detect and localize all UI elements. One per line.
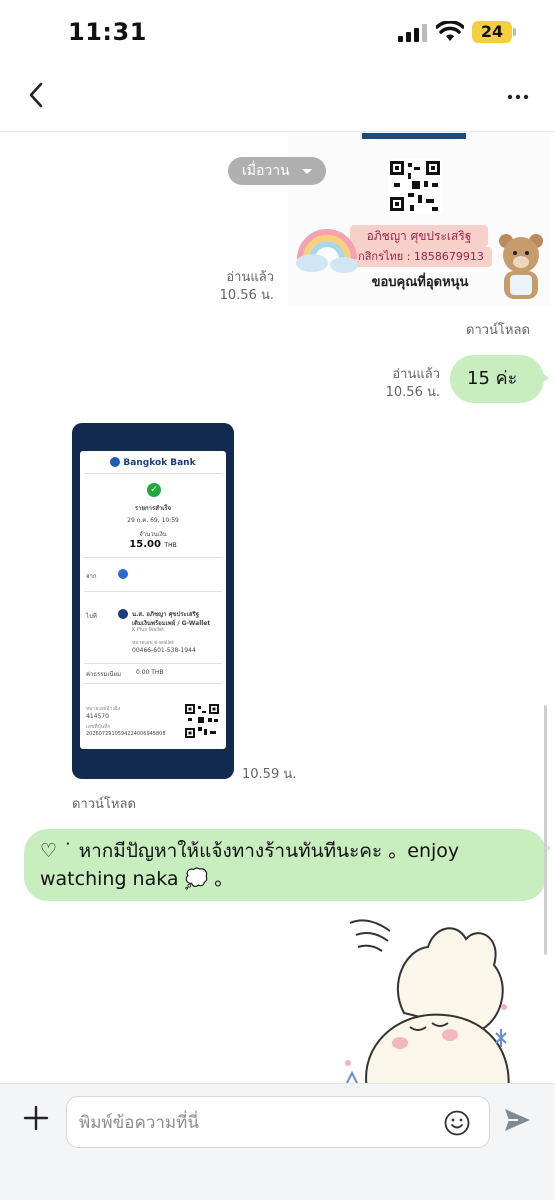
status-time: 11:31 [68,18,147,46]
receipt-time: 10.59 น. [242,767,297,782]
message-time: 10.56 น. [219,288,274,303]
receipt-ref2-label: เลขที่บันทึก [86,724,111,730]
read-status: อ่านแล้ว [226,270,274,285]
payment-receipt-image[interactable]: Bangkok Bank ✓ รายการสำเร็จ 29 ก.ค. 69, … [72,423,234,779]
receipt-amount: 15.00 THB [80,539,226,550]
bear-icon [499,234,543,299]
receipt-datetime: 29 ก.ค. 69, 10:59 [127,517,179,524]
receipt-amount-value: 15.00 [129,539,161,550]
receipt-qr-icon [184,703,220,739]
receipt-wallet-no: 00466-601-538-1944 [132,647,196,654]
receipt-status: รายการสำเร็จ [134,505,172,512]
recipient-wallet-icon [118,609,128,619]
send-icon[interactable] [502,1106,532,1134]
receipt-ref2-no: 2026072910594224006945808 [86,731,166,737]
qr-account-label: กสิกรไทย : 1858679913 [350,247,492,267]
divider [84,473,222,474]
chevron-down-icon [302,169,312,174]
divider [84,591,222,592]
signal-icon [398,24,427,42]
message-input-bar [0,1083,555,1200]
success-check-icon: ✓ [147,483,161,497]
battery-cap [513,28,516,36]
qr-code-icon [388,159,442,213]
receipt-recipient-bank: K Plus Wallet [132,627,165,633]
download-link[interactable]: ดาวน์โหลด [72,793,136,814]
status-bar: 11:31 24 [0,0,555,62]
bank-logo: Bangkok Bank [80,457,226,468]
date-separator-button[interactable]: เมื่อวาน [228,157,326,185]
receipt-wallet-label: หมายเลข e-wallet [132,640,174,646]
received-message-bubble[interactable]: ♡ ˙ หากมีปัญหาให้แจ้งทางร้านทันทีนะคะ 。e… [24,829,551,901]
qr-name-label: อภิชญา ศุขประเสริฐ [350,225,488,247]
receipt-amount-label: จำนวนเงิน [139,531,167,538]
chat-header [0,62,555,132]
receipt-paper: Bangkok Bank ✓ รายการสำเร็จ 29 ก.ค. 69, … [80,451,226,749]
receipt-from-label: จาก [86,573,97,580]
receipt-currency: THB [164,542,177,549]
receipt-to-label: ไปที่ [86,613,97,620]
qr-payment-image[interactable]: อภิชญา ศุขประเสริฐ กสิกรไทย : 1858679913… [288,133,550,305]
download-link[interactable]: ดาวน์โหลด [466,319,530,340]
qr-message-meta: อ่านแล้ว 10.56 น. [210,269,274,305]
back-arrow-icon[interactable] [22,80,52,110]
plus-icon[interactable] [20,1102,52,1134]
message-input[interactable] [79,1109,439,1137]
receipt-fee: 0.00 THB [136,669,164,676]
image-top-strip [362,133,466,139]
divider [84,663,222,664]
read-status: อ่านแล้ว [392,367,440,382]
message-time: 10.56 น. [385,385,440,400]
wifi-icon [436,21,464,41]
text-message-meta: อ่านแล้ว 10.56 น. [376,366,440,402]
more-icon[interactable] [503,82,533,112]
sent-message-bubble[interactable]: 15 ค่ะ [450,355,549,403]
chat-area[interactable]: อภิชญา ศุขประเสริฐ กสิกรไทย : 1858679913… [0,133,555,1083]
receipt-ref-label: หมายเลขอ้างอิง [86,706,121,712]
rainbow-icon [296,229,358,273]
bank-logo-icon [110,457,121,467]
battery-indicator: 24 [472,21,512,43]
message-field[interactable] [66,1096,490,1148]
receipt-fee-label: ค่าธรรมเนียม [86,671,122,678]
divider [84,557,222,558]
receipt-ref-no: 414570 [86,713,109,720]
bank-name: Bangkok Bank [123,458,196,468]
chat-scrollbar[interactable] [544,705,547,955]
bunny-sticker[interactable] [328,903,528,1083]
qr-thanks-label: ขอบคุณที่อุดหนุน [371,275,469,290]
sender-bank-icon [118,569,128,579]
date-separator-label: เมื่อวาน [242,163,290,179]
divider [84,683,222,684]
emoji-icon[interactable] [443,1109,471,1137]
